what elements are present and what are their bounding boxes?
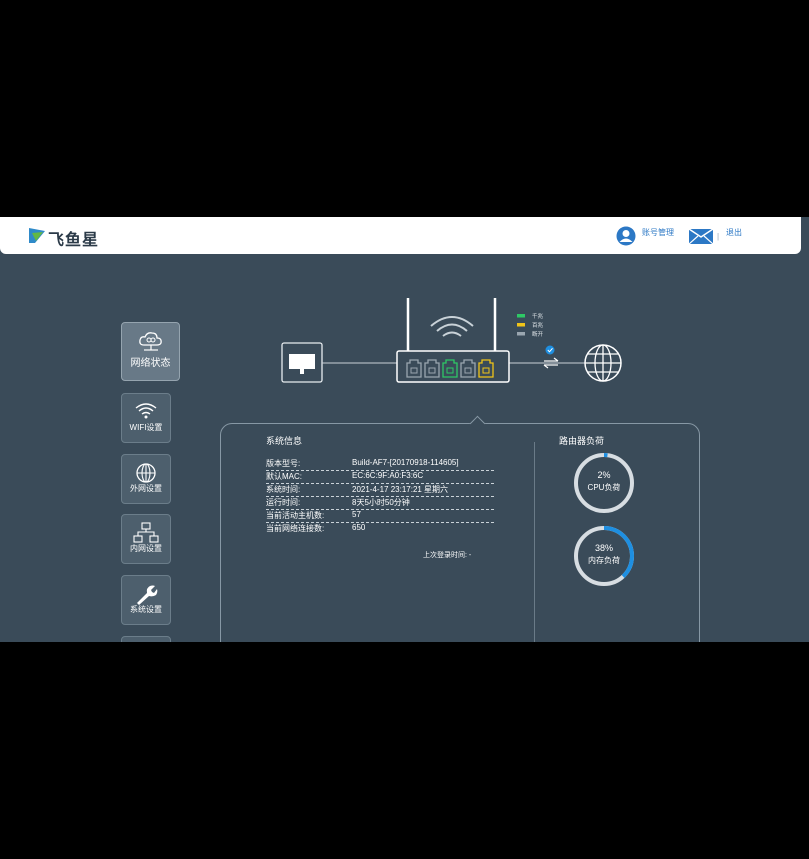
legend-swatch xyxy=(517,314,525,318)
info-label: 默认MAC: xyxy=(266,472,302,481)
connection-status-icon xyxy=(543,345,559,369)
sidebar-item-wan[interactable]: 外网设置 xyxy=(121,454,171,504)
legend-label: 千兆 xyxy=(532,312,544,320)
globe-icon xyxy=(136,463,156,483)
legend-swatch xyxy=(517,332,525,336)
legend-swatch xyxy=(517,323,525,327)
memory-load-gauge: 38% 内存负荷 xyxy=(573,525,635,587)
router-load-title: 路由器负荷 xyxy=(559,436,605,446)
info-row: 当前活动主机数: 57 xyxy=(266,509,494,523)
network-diagram: 千兆百兆断开 xyxy=(281,298,622,383)
info-row: 版本型号: Build-AF7-[20170918-114605] xyxy=(266,457,494,471)
info-label: 当前网络连接数: xyxy=(266,524,325,533)
cpu-load-label: CPU负荷 xyxy=(587,483,621,492)
info-value: 2021-4-17 23:17:21 星期六 xyxy=(352,485,449,494)
info-row: 运行时间: 8天5小时50分钟 xyxy=(266,496,494,510)
panel-divider xyxy=(534,442,535,642)
cpu-load-percent: 2% xyxy=(597,470,611,480)
sidebar-item-label: 内网设置 xyxy=(130,544,162,553)
info-value: EC:6C:9F:A0:F3:6C xyxy=(352,471,424,480)
info-value: 57 xyxy=(352,510,361,519)
status-panel: 系统信息 版本型号: Build-AF7-[20170918-114605] 默… xyxy=(220,415,700,642)
system-info-title: 系统信息 xyxy=(266,436,303,446)
computer-icon xyxy=(281,342,323,383)
sidebar-item-system[interactable]: 系统设置 xyxy=(121,575,171,625)
info-label: 系统时间: xyxy=(266,485,301,494)
sidebar-item-label: 系统设置 xyxy=(130,605,162,614)
info-value: 650 xyxy=(352,523,366,532)
memory-load-percent: 38% xyxy=(594,543,613,553)
sidebar-item-label: 外网设置 xyxy=(130,484,162,493)
info-row: 默认MAC: EC:6C:9F:A0:F3:6C xyxy=(266,470,494,484)
legend-label: 百兆 xyxy=(532,321,544,329)
lan-topology-icon xyxy=(133,522,159,543)
info-value: 8天5小时50分钟 xyxy=(352,498,410,507)
info-value: Build-AF7-[20170918-114605] xyxy=(352,458,459,467)
internet-globe-icon xyxy=(584,344,622,382)
port-legend: 千兆百兆断开 xyxy=(517,312,544,338)
sidebar-item-label: WIFI设置 xyxy=(129,423,163,432)
wrench-icon xyxy=(137,585,158,605)
last-login-time: 上次登录时间: - xyxy=(423,552,472,559)
sidebar-item-lan[interactable]: 内网设置 xyxy=(121,514,171,564)
info-label: 运行时间: xyxy=(266,498,301,507)
legend-label: 断开 xyxy=(532,330,544,338)
panel-pointer xyxy=(469,415,486,432)
cpu-load-gauge: 2% CPU负荷 xyxy=(573,452,635,514)
sidebar-item-more[interactable] xyxy=(121,636,171,642)
memory-load-label: 内存负荷 xyxy=(588,556,620,565)
info-label: 当前活动主机数: xyxy=(266,511,325,520)
router-admin-screen: 飞鱼星 账号管理 | 退出 网络状态 WIFI设置 外网设置 内网设置 系统设置… xyxy=(0,217,809,642)
info-row: 系统时间: 2021-4-17 23:17:21 星期六 xyxy=(266,483,494,497)
info-label: 版本型号: xyxy=(266,459,301,468)
info-row: 当前网络连接数: 650 xyxy=(266,522,494,535)
